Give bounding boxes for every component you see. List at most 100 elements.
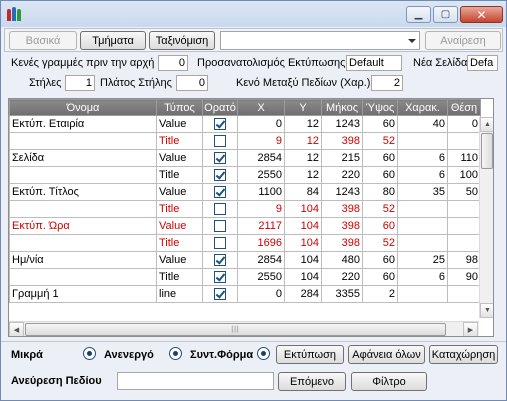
name-cell[interactable]: Εκτύπ. Εταιρία [9,115,157,133]
chars-cell[interactable] [397,200,448,218]
chars-cell[interactable] [397,234,448,252]
y-cell[interactable]: 84 [284,183,322,201]
print-orientation-field[interactable]: Default [346,55,402,71]
print-button[interactable]: Εκτύπωση [276,345,344,364]
name-cell[interactable]: Ημ/νία [9,251,157,269]
name-cell[interactable]: Γραμμή 1 [9,285,157,303]
scroll-up-icon[interactable]: ▲ [480,117,493,132]
y-cell[interactable]: 104 [284,268,322,286]
sync-form-radio[interactable] [257,347,270,360]
table-row[interactable]: Title 9 12 398 52 [9,132,481,150]
pos-cell[interactable] [447,200,481,218]
length-cell[interactable]: 3355 [321,285,363,303]
type-cell[interactable]: Title [156,166,203,184]
horizontal-scroll-thumb[interactable]: ||| [25,323,446,336]
length-cell[interactable]: 398 [321,234,363,252]
x-cell[interactable]: 2550 [237,268,285,286]
save-button[interactable]: Καταχώρηση [429,345,498,364]
visible-checkbox[interactable] [214,271,226,284]
column-header[interactable]: Χαρακ. [397,99,448,116]
table-row[interactable]: Title 2550 12 220 60 6 100 [9,166,481,184]
type-cell[interactable]: Title [156,132,203,150]
new-page-field[interactable]: Defa [467,55,498,71]
name-cell[interactable]: Εκτύπ. Τίτλος [9,183,157,201]
chars-cell[interactable]: 6 [397,166,448,184]
y-cell[interactable]: 104 [284,200,322,218]
x-cell[interactable]: 2854 [237,149,285,167]
x-cell[interactable]: 9 [237,200,285,218]
type-cell[interactable]: line [156,285,203,303]
x-cell[interactable]: 0 [237,115,285,133]
type-cell[interactable]: Value [156,217,203,235]
visible-checkbox[interactable] [214,152,226,165]
pos-cell[interactable]: 90 [447,268,481,286]
y-cell[interactable]: 104 [284,234,322,252]
visible-cell[interactable] [202,115,238,133]
column-header[interactable]: Ορατό [202,99,238,116]
type-cell[interactable]: Title [156,234,203,252]
x-cell[interactable]: 9 [237,132,285,150]
table-row[interactable]: Ημ/νία Value 2854 104 480 60 25 98 [9,251,481,269]
length-cell[interactable]: 398 [321,132,363,150]
height-cell[interactable]: 60 [362,115,398,133]
field-gap-field[interactable]: 2 [371,75,403,91]
type-cell[interactable]: Title [156,268,203,286]
filter-button[interactable]: Φίλτρο [351,372,427,391]
chars-cell[interactable]: 35 [397,183,448,201]
pos-cell[interactable]: 110 [447,149,481,167]
basic-button[interactable]: Βασικά [9,31,77,50]
horizontal-scrollbar[interactable]: ◀ ||| ▶ [9,321,479,336]
y-cell[interactable]: 284 [284,285,322,303]
visible-cell[interactable] [202,166,238,184]
y-cell[interactable]: 12 [284,115,322,133]
table-row[interactable]: Εκτύπ. Ώρα Value 2117 104 398 60 [9,217,481,235]
length-cell[interactable]: 220 [321,166,363,184]
height-cell[interactable]: 60 [362,166,398,184]
name-cell[interactable] [9,166,157,184]
height-cell[interactable]: 2 [362,285,398,303]
table-row[interactable]: Γραμμή 1 line 0 284 3355 2 [9,285,481,303]
sort-button[interactable]: Ταξινόμιση [149,31,215,50]
table-row[interactable]: Title 9 104 398 52 [9,200,481,218]
table-row[interactable]: Σελίδα Value 2854 12 215 60 6 110 [9,149,481,167]
visible-checkbox[interactable] [214,288,226,301]
pos-cell[interactable]: 98 [447,251,481,269]
scroll-down-icon[interactable]: ▼ [480,303,493,318]
scroll-left-icon[interactable]: ◀ [9,322,24,336]
column-header[interactable]: Τύπος [156,99,203,116]
visible-checkbox[interactable] [214,237,226,250]
column-header[interactable]: Θέση [447,99,481,116]
length-cell[interactable]: 1243 [321,183,363,201]
table-row[interactable]: Εκτύπ. Εταιρία Value 0 12 1243 60 40 0 [9,115,481,133]
find-field-input[interactable] [117,372,274,390]
visible-cell[interactable] [202,132,238,150]
visible-cell[interactable] [202,149,238,167]
name-cell[interactable] [9,200,157,218]
name-cell[interactable]: Εκτύπ. Ώρα [9,217,157,235]
name-cell[interactable] [9,132,157,150]
x-cell[interactable]: 2854 [237,251,285,269]
minimize-button[interactable]: ▁ [406,6,431,23]
length-cell[interactable]: 480 [321,251,363,269]
chars-cell[interactable] [397,285,448,303]
visible-cell[interactable] [202,200,238,218]
y-cell[interactable]: 12 [284,166,322,184]
name-cell[interactable] [9,268,157,286]
chars-cell[interactable]: 6 [397,149,448,167]
visible-cell[interactable] [202,234,238,252]
visible-checkbox[interactable] [214,220,226,233]
table-row[interactable]: Εκτύπ. Τίτλος Value 1100 84 1243 80 35 50 [9,183,481,201]
type-cell[interactable]: Value [156,251,203,269]
column-width-field[interactable]: 0 [176,75,208,91]
height-cell[interactable]: 52 [362,234,398,252]
inactive-radio[interactable] [169,347,182,360]
height-cell[interactable]: 80 [362,183,398,201]
height-cell[interactable]: 60 [362,268,398,286]
type-cell[interactable]: Value [156,149,203,167]
height-cell[interactable]: 60 [362,149,398,167]
scroll-right-icon[interactable]: ▶ [463,322,478,336]
visible-cell[interactable] [202,285,238,303]
chars-cell[interactable]: 6 [397,268,448,286]
pos-cell[interactable]: 0 [447,115,481,133]
height-cell[interactable]: 60 [362,251,398,269]
